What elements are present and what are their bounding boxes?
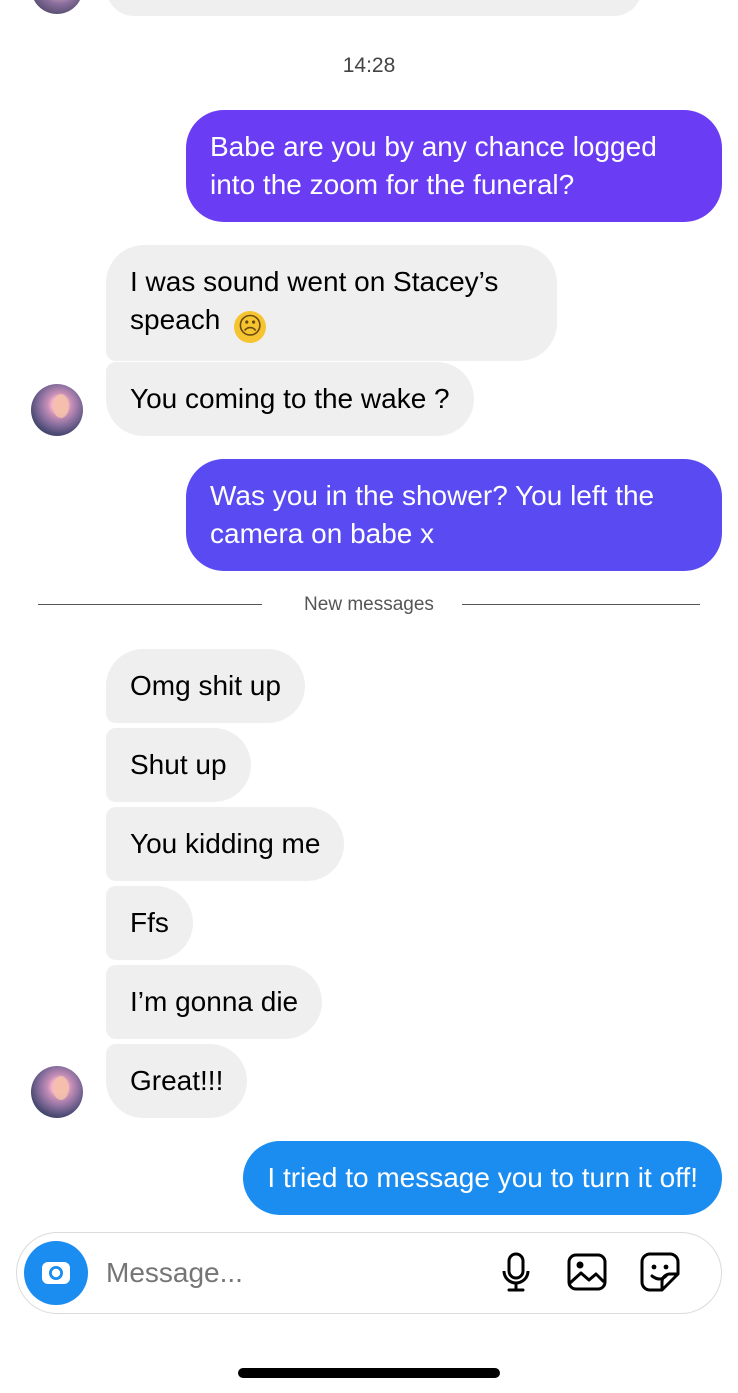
frowning-face-emoji: ☹ xyxy=(234,311,267,343)
received-message[interactable]: You coming to the wake ? xyxy=(106,362,474,436)
received-message[interactable]: I was sound went on Stacey’s speach ☹ xyxy=(106,245,557,361)
sent-message[interactable]: Babe are you by any chance logged into t… xyxy=(186,110,722,222)
sent-message[interactable]: Was you in the shower? You left the came… xyxy=(186,459,722,571)
avatar-partial xyxy=(31,0,83,14)
divider-line-right xyxy=(462,604,700,605)
contact-avatar[interactable] xyxy=(31,1066,83,1118)
home-indicator xyxy=(238,1368,500,1378)
message-text: Shut up xyxy=(130,749,227,780)
received-message[interactable]: Omg shit up xyxy=(106,649,305,723)
received-message[interactable]: You kidding me xyxy=(106,807,345,881)
microphone-button[interactable] xyxy=(496,1251,536,1293)
contact-avatar[interactable] xyxy=(31,384,83,436)
message-input[interactable] xyxy=(106,1255,466,1291)
received-message[interactable]: I’m gonna die xyxy=(106,965,323,1039)
gallery-button[interactable] xyxy=(566,1251,608,1293)
message-text: Omg shit up xyxy=(130,670,281,701)
message-text: I’m gonna die xyxy=(130,986,299,1017)
message-text: Babe are you by any chance logged into t… xyxy=(210,131,657,200)
microphone-icon xyxy=(496,1252,536,1297)
message-text: You coming to the wake ? xyxy=(130,383,450,414)
previous-message-bubble-partial xyxy=(106,0,642,16)
message-text: Ffs xyxy=(130,907,169,938)
message-timestamp: 14:28 xyxy=(342,54,396,77)
sticker-icon xyxy=(638,1252,682,1298)
message-text: I was sound went on Stacey’s speach xyxy=(130,266,499,335)
message-text: You kidding me xyxy=(130,828,321,859)
camera-icon xyxy=(39,1256,73,1290)
camera-button[interactable] xyxy=(24,1241,88,1305)
message-text: Great!!! xyxy=(130,1065,224,1096)
sticker-button[interactable] xyxy=(638,1250,682,1294)
received-message[interactable]: Ffs xyxy=(106,886,193,960)
new-messages-label: New messages xyxy=(304,594,434,615)
received-message[interactable]: Great!!! xyxy=(106,1044,248,1118)
received-message[interactable]: Shut up xyxy=(106,728,251,802)
message-text: I tried to message you to turn it off! xyxy=(267,1162,698,1193)
sent-message[interactable]: I tried to message you to turn it off! xyxy=(243,1141,722,1215)
gallery-icon xyxy=(566,1253,608,1297)
divider-line-left xyxy=(38,604,262,605)
message-text: Was you in the shower? You left the came… xyxy=(210,480,655,549)
